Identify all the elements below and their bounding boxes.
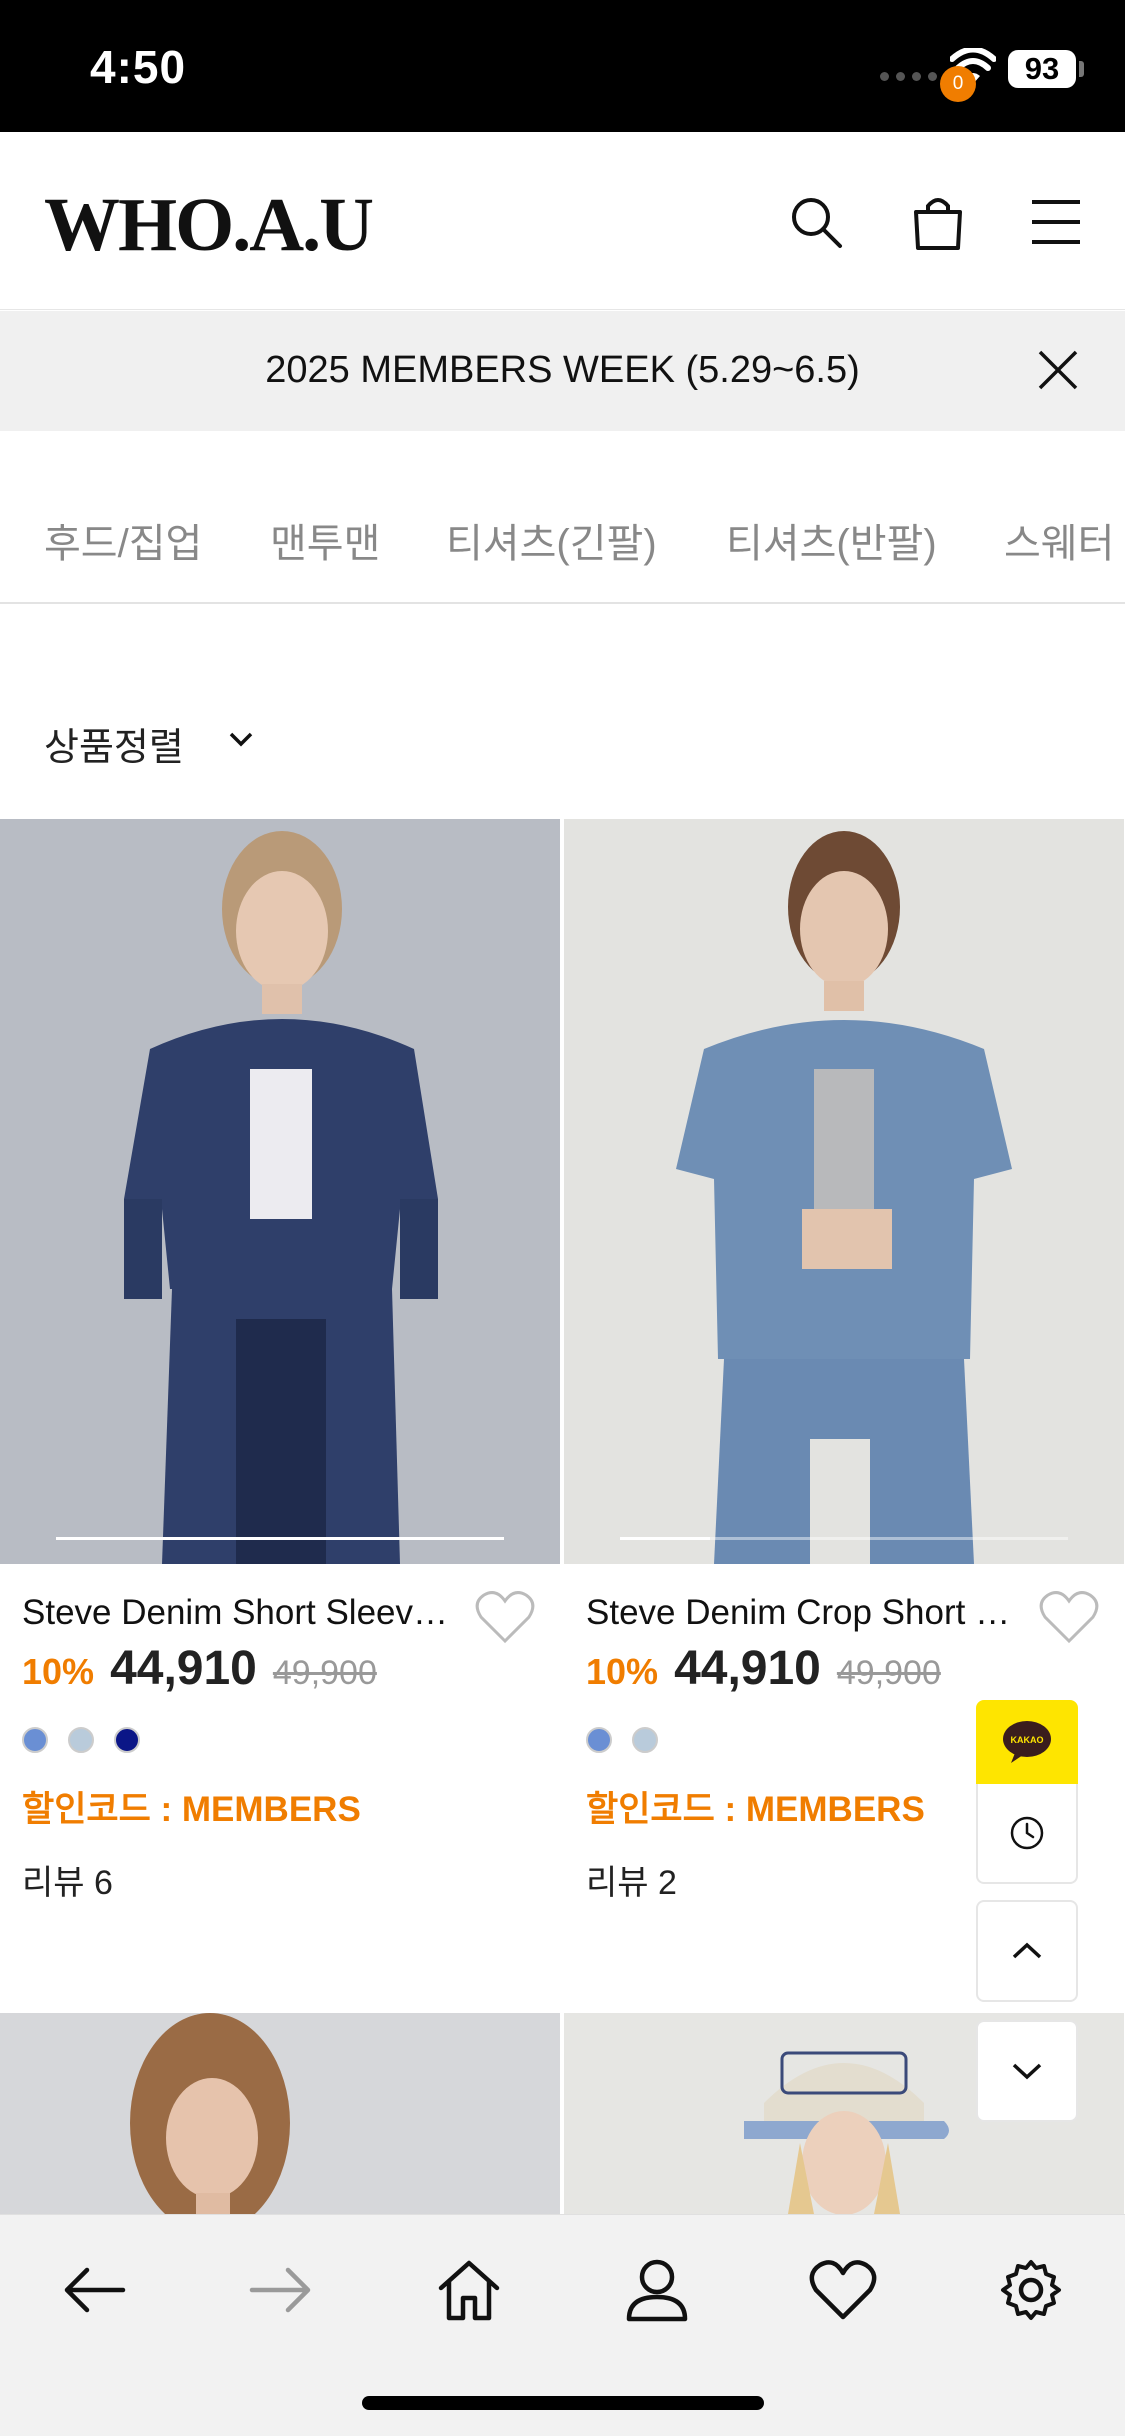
original-price: 49,900 [272, 1654, 377, 1692]
heart-icon[interactable] [474, 1589, 536, 1645]
search-icon[interactable] [786, 192, 846, 252]
scroll-top-button[interactable] [976, 1900, 1078, 2002]
home-icon [438, 2260, 500, 2321]
chevron-up-icon [1012, 1942, 1042, 1959]
battery-tip [1079, 61, 1084, 77]
color-swatch[interactable] [586, 1727, 612, 1753]
back-button[interactable] [49, 2245, 139, 2335]
forward-icon [249, 2267, 311, 2313]
price-row: 10% 44,910 49,900 [586, 1641, 941, 1696]
product-image[interactable] [0, 819, 560, 1564]
product-name[interactable]: Steve Denim Short Sleeve Shirt [22, 1593, 462, 1633]
user-icon [626, 2259, 688, 2322]
settings-icon [1001, 2260, 1061, 2320]
sale-price: 44,910 [110, 1642, 257, 1695]
category-tabs: 후드/집업 맨투맨 티셔츠(긴팔) 티셔츠(반팔) 스웨터 [0, 431, 1125, 604]
clock-icon [1010, 1816, 1044, 1850]
kakao-icon: KAKAO [1003, 1721, 1051, 1763]
color-swatch[interactable] [68, 1727, 94, 1753]
kakao-chat-button[interactable]: KAKAO [976, 1700, 1078, 1784]
product-photo [564, 819, 1124, 1564]
image-slider-track [56, 1537, 504, 1540]
back-icon [64, 2267, 126, 2313]
battery-indicator: 93 [1008, 50, 1076, 88]
review-count[interactable]: 리뷰 2 [586, 1855, 677, 1904]
close-icon[interactable] [1034, 346, 1082, 394]
cellular-icon [880, 72, 937, 81]
heart-icon[interactable] [1038, 1589, 1100, 1645]
product-card[interactable]: Steve Denim Short Sleeve Shirt 10% 44,91… [0, 819, 560, 1969]
review-count[interactable]: 리뷰 6 [22, 1855, 113, 1904]
color-swatches [22, 1727, 140, 1753]
discount-rate: 10% [586, 1651, 659, 1692]
tab-hoodie-zipup[interactable]: 후드/집업 [44, 511, 202, 569]
shopping-bag-icon[interactable] [908, 192, 968, 252]
home-indicator [362, 2396, 764, 2410]
hamburger-menu-icon[interactable] [1026, 192, 1086, 252]
settings-button[interactable] [986, 2245, 1076, 2335]
coupon-code: 할인코드 : MEMBERS [22, 1790, 361, 1829]
color-swatch[interactable] [22, 1727, 48, 1753]
home-button[interactable] [424, 2245, 514, 2335]
wishlist-button[interactable] [798, 2245, 888, 2335]
coupon-code: 할인코드 : MEMBERS [586, 1790, 925, 1829]
discount-rate: 10% [22, 1651, 95, 1692]
product-image[interactable] [564, 819, 1124, 1564]
color-swatches [586, 1727, 658, 1753]
forward-button[interactable] [236, 2245, 326, 2335]
product-photo [0, 2013, 560, 2214]
account-button[interactable] [612, 2245, 702, 2335]
brand-logo[interactable]: WHO.A.U [44, 182, 374, 269]
chevron-down-icon [1012, 2063, 1042, 2080]
product-image[interactable] [0, 2013, 560, 2214]
promo-banner[interactable]: 2025 MEMBERS WEEK (5.29~6.5) [0, 311, 1125, 431]
original-price: 49,900 [836, 1654, 941, 1692]
color-swatch[interactable] [632, 1727, 658, 1753]
price-row: 10% 44,910 49,900 [22, 1641, 377, 1696]
promo-text: 2025 MEMBERS WEEK (5.29~6.5) [265, 349, 860, 391]
kakao-label: KAKAO [1011, 1735, 1044, 1745]
tab-tshirt-short[interactable]: 티셔츠(반팔) [726, 511, 937, 569]
cart-count-badge: 0 [940, 66, 976, 102]
image-slider-track [620, 1537, 1068, 1540]
color-swatch[interactable] [114, 1727, 140, 1753]
site-header: WHO.A.U [0, 132, 1125, 310]
tab-sweatshirt[interactable]: 맨투맨 [270, 511, 380, 569]
sort-dropdown[interactable]: 상품정렬 [44, 716, 184, 771]
heart-icon [809, 2260, 877, 2320]
scroll-bottom-button[interactable] [976, 2020, 1078, 2122]
chevron-down-icon[interactable] [228, 730, 254, 748]
status-time: 4:50 [90, 41, 187, 93]
sale-price: 44,910 [674, 1642, 821, 1695]
product-name[interactable]: Steve Denim Crop Short Sleeve Shirt [586, 1593, 1026, 1633]
recent-view-button[interactable] [976, 1784, 1078, 1884]
tab-tshirt-long[interactable]: 티셔츠(긴팔) [446, 511, 657, 569]
product-photo [0, 819, 560, 1564]
tab-sweater[interactable]: 스웨터 [1004, 511, 1114, 569]
